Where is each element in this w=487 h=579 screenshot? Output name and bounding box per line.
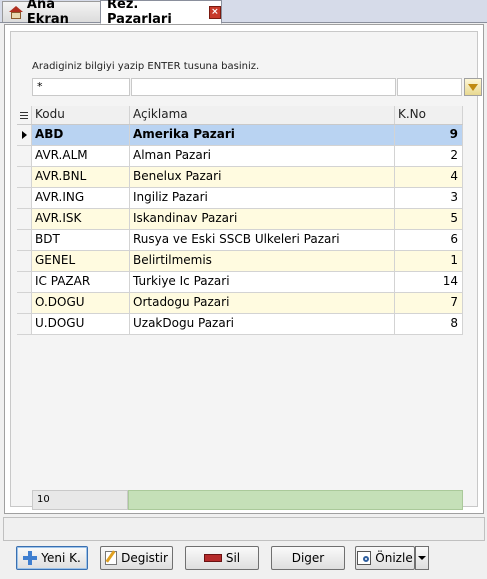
funnel-icon: [468, 83, 478, 91]
current-row-arrow-icon: [21, 131, 27, 139]
cell-aciklama[interactable]: Benelux Pazari: [130, 167, 395, 187]
new-record-label: Yeni K.: [41, 551, 81, 565]
filter-button[interactable]: [464, 78, 482, 96]
cell-kno[interactable]: 5: [395, 209, 463, 229]
cell-kno[interactable]: 14: [395, 272, 463, 292]
other-button[interactable]: Diger: [271, 546, 345, 570]
cell-aciklama[interactable]: Alman Pazari: [130, 146, 395, 166]
row-indicator: [17, 188, 32, 208]
cell-kno[interactable]: 9: [395, 125, 463, 145]
cell-aciklama[interactable]: Amerika Pazari: [130, 125, 395, 145]
other-label: Diger: [291, 551, 325, 565]
cell-aciklama[interactable]: Rusya ve Eski SSCB Ulkeleri Pazari: [130, 230, 395, 250]
tab-ana-ekran[interactable]: Ana Ekran: [2, 0, 102, 27]
row-indicator: [17, 146, 32, 166]
edit-icon: [105, 551, 118, 565]
cell-kodu[interactable]: ABD: [32, 125, 130, 145]
cell-aciklama[interactable]: Ingiliz Pazari: [130, 188, 395, 208]
cell-kno[interactable]: 3: [395, 188, 463, 208]
filter-kno-input[interactable]: [397, 78, 462, 96]
cell-kodu[interactable]: GENEL: [32, 251, 130, 271]
plus-icon: [23, 551, 38, 565]
cell-kodu[interactable]: AVR.ALM: [32, 146, 130, 166]
close-icon[interactable]: ×: [208, 5, 221, 19]
preview-dropdown-button[interactable]: [415, 546, 429, 570]
tab-label: Rez. Pazarlari: [107, 0, 172, 27]
table-row[interactable]: BDT Rusya ve Eski SSCB Ulkeleri Pazari 6: [17, 230, 463, 251]
cell-kodu[interactable]: O.DOGU: [32, 293, 130, 313]
cell-kno[interactable]: 4: [395, 167, 463, 187]
column-header-kodu[interactable]: Kodu: [32, 106, 130, 124]
main-panel: Aradiginiz bilgiyi yazip ENTER tusuna ba…: [4, 24, 484, 514]
table-row[interactable]: AVR.ING Ingiliz Pazari 3: [17, 188, 463, 209]
cell-kodu[interactable]: AVR.ISK: [32, 209, 130, 229]
table-row[interactable]: GENEL Belirtilmemis 1: [17, 251, 463, 272]
grid-header: Kodu Açiklama K.No: [17, 106, 463, 125]
cell-aciklama[interactable]: Belirtilmemis: [130, 251, 395, 271]
cell-kno[interactable]: 8: [395, 314, 463, 334]
row-indicator: [17, 272, 32, 292]
row-indicator: [17, 125, 32, 145]
table-row[interactable]: AVR.BNL Benelux Pazari 4: [17, 167, 463, 188]
delete-icon: [203, 554, 222, 562]
preview-icon: [357, 551, 372, 565]
edit-button[interactable]: Degistir: [100, 546, 173, 570]
cell-kno[interactable]: 2: [395, 146, 463, 166]
cell-kodu[interactable]: U.DOGU: [32, 314, 130, 334]
table-row[interactable]: ABD Amerika Pazari 9: [17, 125, 463, 146]
filter-kodu-input[interactable]: *: [32, 78, 130, 96]
row-indicator: [17, 209, 32, 229]
table-row[interactable]: AVR.ALM Alman Pazari 2: [17, 146, 463, 167]
cell-kodu[interactable]: BDT: [32, 230, 130, 250]
cell-kno[interactable]: 7: [395, 293, 463, 313]
data-grid: Kodu Açiklama K.No ABD Amerika Pazari 9 …: [17, 106, 463, 335]
grid-container: Aradiginiz bilgiyi yazip ENTER tusuna ba…: [10, 31, 482, 510]
footer-summary-bar: [128, 490, 463, 510]
tab-label: Ana Ekran: [26, 0, 69, 27]
cell-aciklama[interactable]: UzakDogu Pazari: [130, 314, 395, 334]
table-row[interactable]: AVR.ISK Iskandinav Pazari 5: [17, 209, 463, 230]
cell-aciklama[interactable]: Turkiye Ic Pazari: [130, 272, 395, 292]
cell-kno[interactable]: 6: [395, 230, 463, 250]
column-header-kno[interactable]: K.No: [395, 106, 463, 124]
cell-kodu[interactable]: IC PAZAR: [32, 272, 130, 292]
delete-label: Sil: [225, 551, 241, 565]
row-indicator: [17, 293, 32, 313]
table-row[interactable]: U.DOGU UzakDogu Pazari 8: [17, 314, 463, 335]
cell-kno[interactable]: 1: [395, 251, 463, 271]
record-count: 10: [32, 490, 128, 510]
delete-button[interactable]: Sil: [185, 546, 259, 570]
status-strip: [3, 517, 485, 541]
chevron-down-icon: [418, 556, 426, 560]
cell-kodu[interactable]: AVR.BNL: [32, 167, 130, 187]
column-chooser-icon[interactable]: [17, 106, 32, 124]
grid-footer: 10: [17, 490, 463, 510]
preview-button[interactable]: Önizle: [355, 546, 415, 570]
column-header-aciklama[interactable]: Açiklama: [130, 106, 395, 124]
preview-label: Önizle: [375, 551, 413, 565]
row-indicator: [17, 314, 32, 334]
tab-rez-pazarlari[interactable]: Rez. Pazarlari ×: [100, 0, 222, 27]
filter-aciklama-input[interactable]: [131, 78, 396, 96]
tab-bar: Ana Ekran Rez. Pazarlari ×: [0, 0, 487, 27]
cell-aciklama[interactable]: Iskandinav Pazari: [130, 209, 395, 229]
home-icon: [9, 5, 23, 19]
table-row[interactable]: IC PAZAR Turkiye Ic Pazari 14: [17, 272, 463, 293]
cell-kodu[interactable]: AVR.ING: [32, 188, 130, 208]
edit-label: Degistir: [121, 551, 168, 565]
cell-aciklama[interactable]: Ortadogu Pazari: [130, 293, 395, 313]
row-indicator: [17, 167, 32, 187]
new-record-button[interactable]: Yeni K.: [16, 546, 88, 570]
row-indicator: [17, 230, 32, 250]
search-hint: Aradiginiz bilgiyi yazip ENTER tusuna ba…: [32, 61, 260, 72]
table-row[interactable]: O.DOGU Ortadogu Pazari 7: [17, 293, 463, 314]
row-indicator: [17, 251, 32, 271]
